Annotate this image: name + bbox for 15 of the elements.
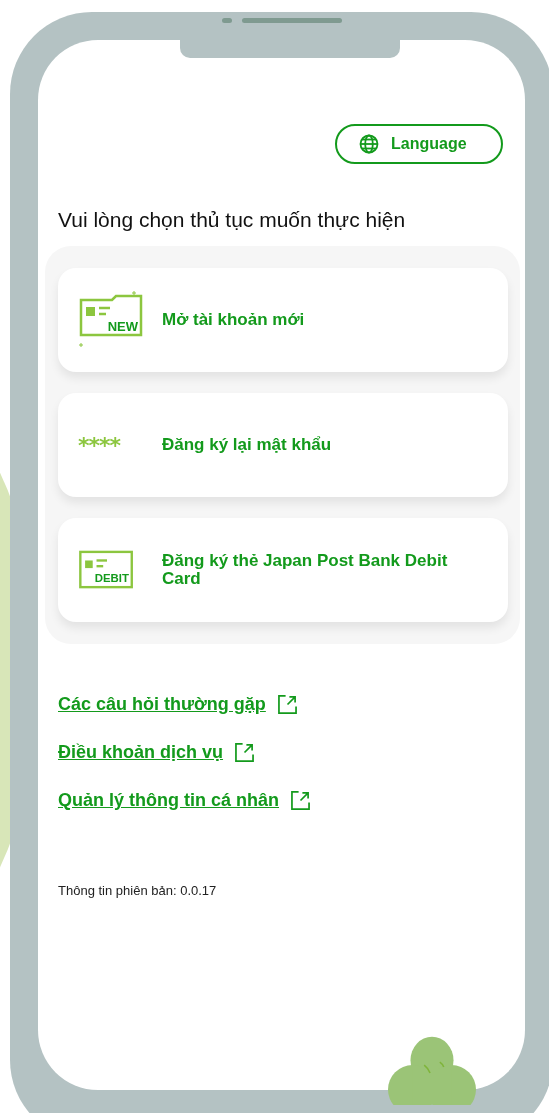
globe-icon [359, 134, 379, 154]
procedure-card[interactable]: **** Đăng ký lại mật khẩu [58, 393, 508, 497]
password-mask-icon: **** [78, 432, 121, 458]
procedure-card[interactable]: NEW Mở tài khoản mới [58, 268, 508, 372]
external-link[interactable]: Các câu hỏi thường gặp [58, 694, 297, 715]
language-button[interactable]: Language [335, 124, 503, 164]
page-heading: Vui lòng chọn thủ tục muốn thực hiện [58, 208, 407, 232]
procedure-card[interactable]: DEBIT Đăng ký thẻ Japan Post Bank Debit Card [58, 518, 508, 622]
version-info: Thông tin phiên bản: 0.0.17 [58, 883, 218, 898]
debit-card-icon: DEBIT [78, 550, 136, 590]
external-link-icon [291, 791, 310, 810]
external-link-icon [277, 695, 297, 714]
external-link[interactable]: Quản lý thông tin cá nhân [58, 790, 310, 811]
external-link-icon [235, 743, 255, 762]
external-link[interactable]: Điều khoản dịch vụ [58, 742, 255, 763]
